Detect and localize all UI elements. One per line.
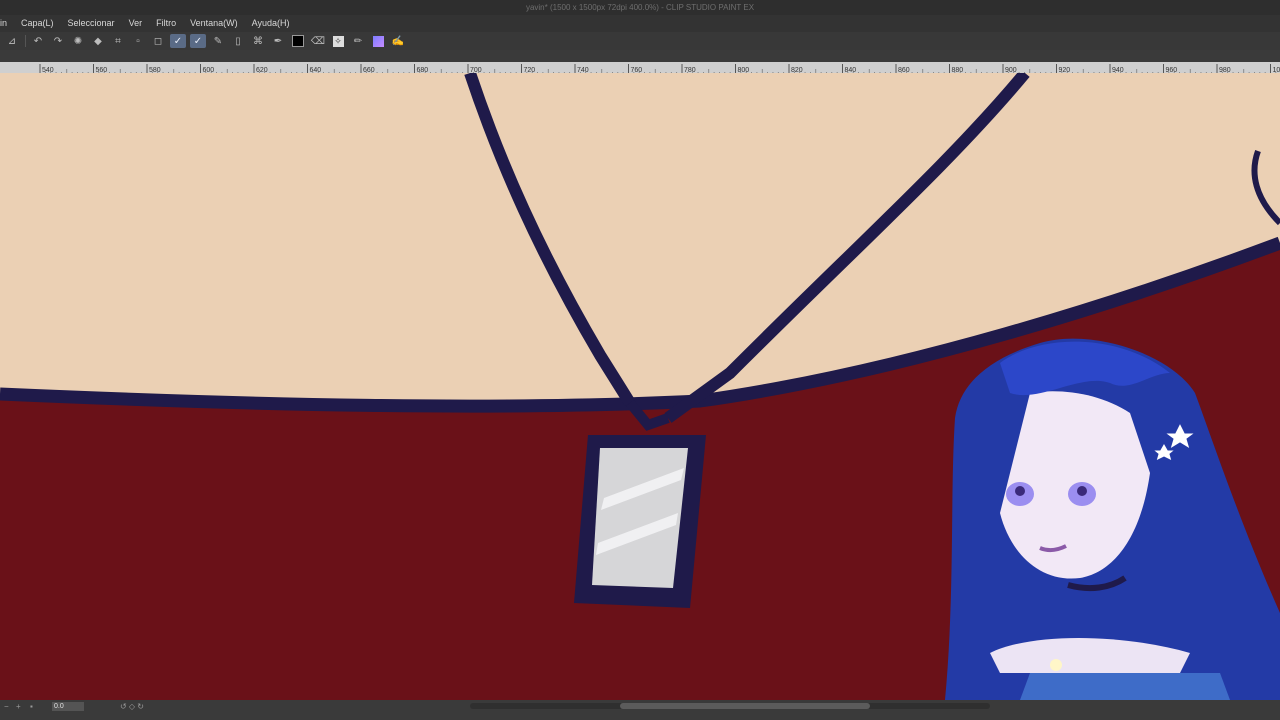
fill-icon[interactable]: ◆: [90, 34, 106, 48]
zoom-in-icon[interactable]: +: [16, 702, 21, 711]
menu-item-filter[interactable]: Filtro: [149, 15, 183, 32]
menu-item-select[interactable]: Seleccionar: [61, 15, 122, 32]
rotate-icon[interactable]: ↺ ◇ ↻: [120, 702, 144, 711]
ruler-icon[interactable]: ▯: [230, 34, 246, 48]
menu-item-layer[interactable]: Capa(L): [14, 15, 61, 32]
zoom-out-icon[interactable]: −: [4, 702, 9, 711]
menu-item-file[interactable]: in: [0, 15, 14, 32]
drawing-canvas[interactable]: [0, 73, 1280, 700]
scrollbar-thumb[interactable]: [620, 703, 870, 709]
menu-item-help[interactable]: Ayuda(H): [245, 15, 297, 32]
pen-icon[interactable]: ✎: [210, 34, 226, 48]
artwork: [0, 73, 1280, 700]
command-bar: ⊿ ↶ ↷ ✺ ◆ ⌗ ▫ ◻ ✓ ✓ ✎ ▯ ⌘ ✒ ⌫ ✧ ✏ ✍: [0, 32, 1280, 50]
zoom-slider-icon[interactable]: ▪: [30, 702, 33, 711]
menu-item-view[interactable]: Ver: [122, 15, 150, 32]
crop-icon[interactable]: ⌗: [110, 34, 126, 48]
rect-select-icon[interactable]: ▫: [130, 34, 146, 48]
gradient-icon[interactable]: [370, 34, 386, 48]
purple-pen-icon[interactable]: ✍: [390, 34, 406, 48]
lasso-icon[interactable]: ⌘: [250, 34, 266, 48]
undo-icon[interactable]: ↶: [30, 34, 46, 48]
redo-icon[interactable]: ↷: [50, 34, 66, 48]
layer-visibility-icon[interactable]: ⊿: [4, 34, 20, 48]
zoom-readout[interactable]: 0.0: [52, 702, 84, 711]
window-title: yavin* (1500 x 1500px 72dpi 400.0%) - CL…: [0, 0, 1280, 15]
sparkle-icon[interactable]: ✧: [330, 34, 346, 48]
pendant: [574, 435, 706, 608]
subview-strip: [0, 50, 1280, 62]
menu-bar: in Capa(L) Seleccionar Ver Filtro Ventan…: [0, 15, 1280, 32]
stroke-active-2-icon[interactable]: ✓: [190, 34, 206, 48]
black-swatch-icon[interactable]: [290, 34, 306, 48]
menu-item-window[interactable]: Ventana(W): [183, 15, 245, 32]
toolbar-separator: [25, 35, 26, 47]
eraser-icon[interactable]: ⌫: [310, 34, 326, 48]
spinner-icon[interactable]: ✺: [70, 34, 86, 48]
pen-tool-icon[interactable]: ✒: [270, 34, 286, 48]
status-bar: − + ▪ 0.0 ↺ ◇ ↻: [0, 700, 1280, 720]
horizontal-scrollbar[interactable]: [470, 703, 990, 709]
shape-icon[interactable]: ◻: [150, 34, 166, 48]
stroke-active-icon[interactable]: ✓: [170, 34, 186, 48]
pencil-icon[interactable]: ✏: [350, 34, 366, 48]
